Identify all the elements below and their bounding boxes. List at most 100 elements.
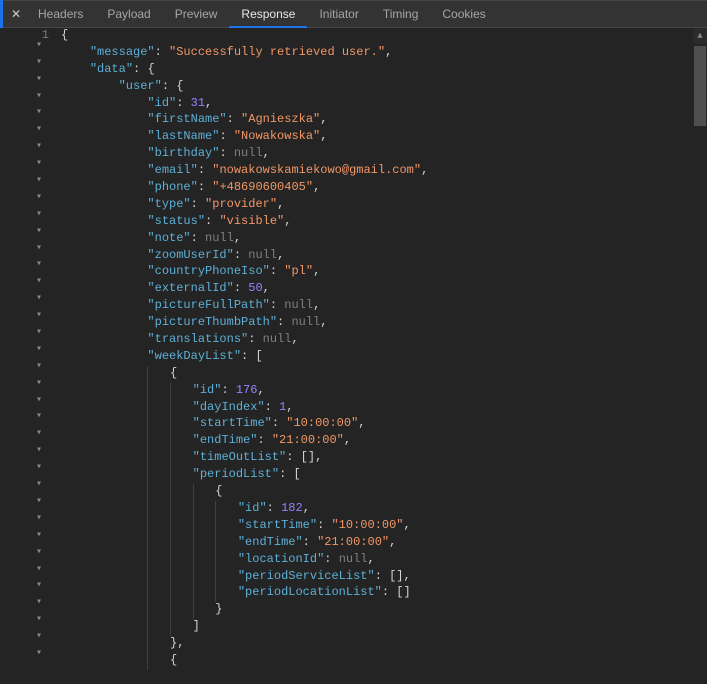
json-key: "weekDayList" [147, 349, 241, 363]
json-key: "zoomUserId" [147, 248, 233, 262]
collapse-icon[interactable]: ▾ [36, 106, 42, 118]
response-body[interactable]: 1{ ▾ "message": "Successfully retrieved … [0, 28, 707, 684]
json-key: "translations" [147, 332, 248, 346]
scroll-thumb[interactable] [694, 46, 706, 126]
scrollbar[interactable]: ▲ [693, 28, 707, 684]
collapse-icon[interactable]: ▾ [36, 140, 42, 152]
collapse-icon[interactable]: ▾ [36, 394, 42, 406]
collapse-icon[interactable]: ▾ [36, 157, 42, 169]
collapse-icon[interactable]: ▾ [36, 596, 42, 608]
brace-close: }, [170, 636, 184, 650]
collapse-icon[interactable]: ▾ [36, 630, 42, 642]
json-key: "periodServiceList" [238, 569, 375, 583]
collapse-icon[interactable]: ▾ [36, 73, 42, 85]
json-key: "id" [193, 383, 222, 397]
json-value: "pl" [284, 264, 313, 278]
json-value: "10:00:00" [286, 416, 358, 430]
json-key: "startTime" [238, 518, 317, 532]
tab-preview[interactable]: Preview [163, 1, 230, 28]
collapse-icon[interactable]: ▾ [36, 478, 42, 490]
json-key: "id" [147, 96, 176, 110]
collapse-icon[interactable]: ▾ [36, 326, 42, 338]
json-key: "externalId" [147, 281, 233, 295]
json-value: 176 [236, 383, 258, 397]
collapse-icon[interactable]: ▾ [36, 495, 42, 507]
tab-initiator[interactable]: Initiator [307, 1, 370, 28]
tab-headers[interactable]: Headers [26, 1, 95, 28]
json-key: "dayIndex" [193, 400, 265, 414]
json-value: null [284, 298, 313, 312]
tab-payload[interactable]: Payload [95, 1, 162, 28]
collapse-icon[interactable]: ▾ [36, 579, 42, 591]
json-key: "status" [147, 214, 205, 228]
collapse-icon[interactable]: ▾ [36, 90, 42, 102]
json-value: "provider" [205, 197, 277, 211]
collapse-icon[interactable]: ▾ [36, 343, 42, 355]
collapse-icon[interactable]: ▾ [36, 208, 42, 220]
json-value: "visible" [219, 214, 284, 228]
json-key: "lastName" [147, 129, 219, 143]
collapse-icon[interactable]: ▾ [36, 427, 42, 439]
scroll-up-icon[interactable]: ▲ [693, 28, 707, 44]
collapse-icon[interactable]: ▾ [36, 309, 42, 321]
collapse-icon[interactable]: ▾ [36, 546, 42, 558]
brace-open: { [170, 366, 177, 380]
json-key: "startTime" [193, 416, 272, 430]
json-value: [] [389, 569, 403, 583]
json-key: "email" [147, 163, 197, 177]
collapse-icon[interactable]: ▾ [36, 56, 42, 68]
collapse-icon[interactable]: ▾ [36, 39, 42, 51]
tab-timing[interactable]: Timing [371, 1, 431, 28]
json-key: "user" [119, 79, 162, 93]
json-value: "nowakowskamiekowo@gmail.com" [212, 163, 421, 177]
json-value: null [339, 552, 368, 566]
json-key: "firstName" [147, 112, 226, 126]
collapse-icon[interactable]: ▾ [36, 613, 42, 625]
collapse-icon[interactable]: ▾ [36, 174, 42, 186]
brace-close: } [215, 602, 222, 616]
json-value: "Agnieszka" [241, 112, 320, 126]
collapse-icon[interactable]: ▾ [36, 275, 42, 287]
json-value: null [263, 332, 292, 346]
collapse-icon[interactable]: ▾ [36, 444, 42, 456]
collapse-icon[interactable]: ▾ [36, 123, 42, 135]
json-key: "note" [147, 231, 190, 245]
brace-open: { [215, 484, 222, 498]
tab-cookies[interactable]: Cookies [430, 1, 497, 28]
json-key: "timeOutList" [193, 450, 287, 464]
collapse-icon[interactable]: ▾ [36, 529, 42, 541]
tab-response[interactable]: Response [229, 1, 307, 28]
json-value: null [291, 315, 320, 329]
collapse-icon[interactable]: ▾ [36, 647, 42, 659]
collapse-icon[interactable]: ▾ [36, 191, 42, 203]
json-value: "21:00:00" [272, 433, 344, 447]
network-detail-tabbar: ✕ Headers Payload Preview Response Initi… [0, 0, 707, 28]
json-key: "id" [238, 501, 267, 515]
json-key: "pictureFullPath" [147, 298, 269, 312]
json-value: [] [396, 585, 410, 599]
json-key: "countryPhoneIso" [147, 264, 269, 278]
json-value: "Successfully retrieved user." [169, 45, 385, 59]
close-icon[interactable]: ✕ [6, 7, 26, 21]
json-key: "message" [90, 45, 155, 59]
collapse-icon[interactable]: ▾ [36, 461, 42, 473]
json-key: "periodLocationList" [238, 585, 382, 599]
collapse-icon[interactable]: ▾ [36, 360, 42, 372]
bracket-close: ] [193, 619, 200, 633]
json-value: "+48690600405" [212, 180, 313, 194]
collapse-icon[interactable]: ▾ [36, 242, 42, 254]
collapse-icon[interactable]: ▾ [36, 563, 42, 575]
json-value: null [248, 248, 277, 262]
json-key: "periodList" [193, 467, 279, 481]
collapse-icon[interactable]: ▾ [36, 377, 42, 389]
json-value: 182 [281, 501, 303, 515]
json-value: [] [301, 450, 315, 464]
collapse-icon[interactable]: ▾ [36, 410, 42, 422]
collapse-icon[interactable]: ▾ [36, 225, 42, 237]
collapse-icon[interactable]: ▾ [36, 292, 42, 304]
json-value: 31 [191, 96, 205, 110]
json-key: "endTime" [238, 535, 303, 549]
collapse-icon[interactable]: ▾ [36, 512, 42, 524]
json-value: "10:00:00" [331, 518, 403, 532]
collapse-icon[interactable]: ▾ [36, 258, 42, 270]
